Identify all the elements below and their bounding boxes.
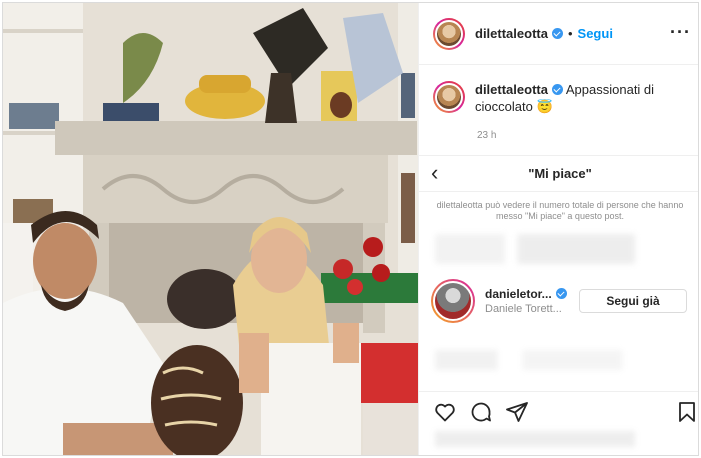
caption-verified-badge-icon	[551, 84, 563, 95]
instagram-post-window: dilettaleotta • Segui ··· dilettaleotta …	[2, 2, 699, 456]
liker-info: danieletor... Daniele Torett...	[485, 287, 585, 315]
chevron-left-icon[interactable]: ‹	[431, 156, 438, 190]
follow-button[interactable]: Segui	[578, 26, 613, 41]
verified-badge-icon	[551, 28, 563, 39]
liker-list-item[interactable]: danieletor... Daniele Torett... Segui gi…	[431, 278, 693, 324]
share-icon[interactable]	[505, 400, 529, 424]
bookmark-icon[interactable]	[675, 400, 699, 424]
post-actions-bar	[419, 391, 699, 431]
post-caption: dilettaleotta Appassionati di cioccolato…	[433, 81, 695, 115]
likes-panel-header: ‹ "Mi piace"	[419, 156, 698, 192]
heart-icon[interactable]	[433, 400, 457, 424]
caption-username[interactable]: dilettaleotta	[475, 82, 548, 97]
blurred-list-item	[435, 350, 685, 370]
post-photo[interactable]	[3, 3, 418, 455]
smiling-face-with-halo-emoji: 😇	[536, 99, 553, 114]
post-sidebar: dilettaleotta • Segui ··· dilettaleotta …	[418, 3, 699, 455]
likes-panel: ‹ "Mi piace" dilettaleotta può vedere il…	[419, 155, 698, 391]
more-options-icon[interactable]: ···	[670, 23, 691, 41]
liker-verified-badge-icon	[555, 288, 567, 299]
author-avatar[interactable]	[433, 17, 465, 50]
liker-username[interactable]: danieletor...	[485, 287, 552, 301]
caption-text: dilettaleotta Appassionati di cioccolato…	[475, 81, 695, 115]
comment-icon[interactable]	[469, 400, 493, 424]
post-timestamp[interactable]: 23 h	[477, 130, 496, 141]
author-username[interactable]: dilettaleotta	[475, 26, 548, 41]
liker-avatar[interactable]	[431, 279, 475, 323]
liker-username-row[interactable]: danieletor...	[485, 287, 585, 301]
likes-panel-title: "Mi piace"	[528, 166, 592, 181]
photo-image	[3, 3, 418, 455]
blurred-likes-count	[435, 431, 635, 447]
likes-notice: dilettaleotta può vedere il numero total…	[436, 200, 684, 221]
separator-dot: •	[567, 26, 573, 41]
following-button[interactable]: Segui già	[579, 289, 687, 313]
post-header: dilettaleotta • Segui ···	[419, 3, 698, 65]
liker-full-name: Daniele Torett...	[485, 303, 562, 315]
blurred-list-item	[435, 234, 685, 264]
caption-avatar[interactable]	[433, 81, 465, 113]
